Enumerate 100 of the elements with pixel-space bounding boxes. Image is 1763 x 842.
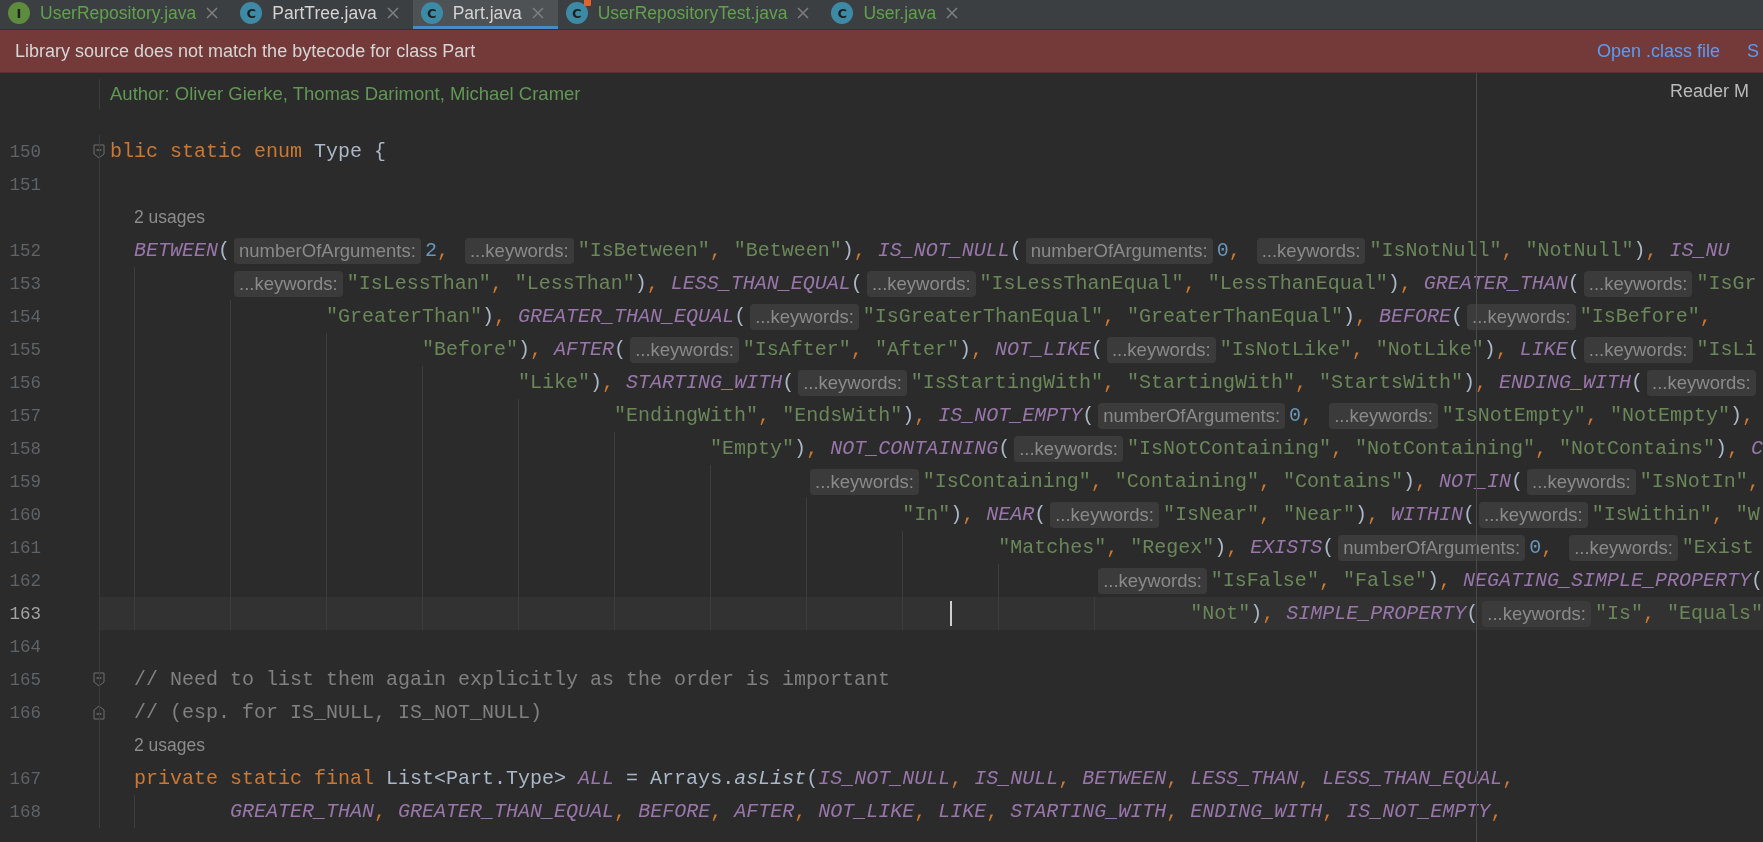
line-number: 160 (8, 504, 41, 525)
fold-marker-icon[interactable] (93, 672, 105, 687)
code-text: "IsNotEmpty", "NotEmpty"), (1441, 404, 1754, 427)
code-text: "IsWithin", "W (1591, 503, 1760, 526)
line-number: 157 (8, 405, 41, 426)
line-number: 164 (8, 636, 41, 657)
code-text: "IsLessThanEqual", "LessThanEqual"), GREATER_THAN( (979, 272, 1580, 295)
code-text: "IsBefore", (1579, 305, 1712, 328)
line-number: 150 (8, 141, 41, 162)
code-text: "IsGreaterThanEqual", "GreaterThanEqual"), BEFORE( (862, 305, 1464, 328)
usages-hint[interactable]: 2 usages (134, 207, 206, 228)
close-icon[interactable] (206, 7, 219, 19)
inlay-hint: numberOfArguments: (1338, 534, 1526, 561)
code-text: "In"), NEAR( (902, 503, 1047, 526)
code-text: 0, (1289, 404, 1315, 427)
code-text: "Like"), STARTING_WITH( (518, 371, 795, 394)
line-number: 153 (8, 273, 41, 294)
file-tab[interactable]: C UserRepositoryTest.java (557, 0, 824, 29)
code-text: "IsNotLike", "NotLike"), LIKE( (1219, 338, 1580, 361)
inlay-hint: ...keywords: (1329, 402, 1438, 429)
inlay-hint: ...keywords: (866, 270, 976, 297)
line-number: 151 (8, 174, 41, 195)
inlay-hint: ...keywords: (1098, 567, 1207, 594)
code-text: GREATER_THAN, GREATER_THAN_EQUAL, BEFORE, AFTER, NOT_LIKE, LIKE, STARTING_WITH, ENDING_WITH, IS_NOT_EMPTY, (230, 800, 1503, 823)
inlay-hint: ...keywords: (1014, 435, 1123, 462)
code-text: "Before"), AFTER( (422, 338, 627, 361)
java-file-icon: I (8, 2, 30, 24)
code-text: "IsBetween", "Between"), IS_NOT_NULL( (577, 239, 1022, 262)
inlay-hint: ...keywords: (1479, 501, 1588, 528)
code-text: "IsNotNull", "NotNull"), IS_NU (1369, 239, 1730, 262)
code-text: 0, (1529, 536, 1555, 559)
code-text: 2, (424, 239, 450, 262)
close-icon[interactable] (386, 7, 399, 19)
line-number: 165 (8, 669, 41, 690)
inlay-hint: ...keywords: (810, 468, 919, 495)
code-text: "IsContaining", "Containing", "Contains"), NOT_IN( (922, 470, 1523, 493)
reader-mode-toggle[interactable]: Reader M (1669, 81, 1749, 102)
code-text: "GreaterThan"), GREATER_THAN_EQUAL( (326, 305, 747, 328)
inlay-hint: ...keywords: (1583, 270, 1693, 297)
banner-message: Library source does not match the bytecode for class Part (15, 40, 476, 62)
line-number: 156 (8, 372, 41, 393)
inlay-hint: ...keywords: (1583, 336, 1693, 363)
code-text: "Is", "Equals" (1594, 602, 1763, 625)
file-tab[interactable]: I UserRepository.java (0, 0, 233, 29)
inlay-hint: ...keywords: (750, 303, 859, 330)
inlay-hint: ...keywords: (1256, 237, 1366, 264)
inlay-hint: ...keywords: (630, 336, 739, 363)
code-text: "Empty"), NOT_CONTAINING( (710, 437, 1011, 460)
banner-link[interactable]: S (1747, 40, 1759, 62)
inlay-hint: numberOfArguments: (1025, 237, 1213, 264)
inlay-hint: ...keywords: (798, 369, 907, 396)
code-text: "IsGr (1696, 272, 1757, 295)
code-text: BETWEEN( (134, 239, 231, 262)
file-tab[interactable]: C User.java (823, 0, 973, 29)
close-icon[interactable] (797, 7, 810, 19)
code-text: private static final List<Part.Type> ALL = Arrays.asList(IS_NOT_NULL, IS_NULL, BETWEEN, LESS_THAN, LESS_THAN_EQUAL, (134, 767, 1515, 790)
line-number: 155 (8, 339, 41, 360)
code-text: "IsNotIn", (1639, 470, 1760, 493)
inlay-hint: ...keywords: (1569, 534, 1678, 561)
java-file-icon: C (240, 2, 263, 24)
line-number: 163 (8, 603, 41, 624)
close-icon[interactable] (531, 7, 544, 19)
code-text: "IsLi (1696, 338, 1757, 361)
line-number: 154 (8, 306, 41, 327)
code-text: "IsNear", "Near"), WITHIN( (1162, 503, 1475, 526)
code-text: "EndingWith", "EndsWith"), IS_NOT_EMPTY( (614, 404, 1095, 427)
code-text: "IsNotContaining", "NotContaining", "NotContains"), C (1126, 437, 1763, 460)
inlay-hint: ...keywords: (1647, 369, 1756, 396)
line-number: 166 (8, 702, 41, 723)
inlay-hint: numberOfArguments: (234, 237, 421, 264)
inlay-hint: numberOfArguments: (1098, 402, 1286, 429)
close-icon[interactable] (946, 7, 959, 19)
fold-marker-icon[interactable] (93, 705, 105, 720)
inlay-hint: ...keywords: (464, 237, 574, 264)
code-text: "Exist (1681, 536, 1754, 559)
fold-marker-icon[interactable] (93, 144, 105, 159)
code-text: "Not"), SIMPLE_PROPERTY( (1190, 602, 1479, 625)
line-number: 152 (8, 240, 41, 261)
code-text: blic static enum Type { (110, 140, 387, 163)
inlay-hint: ...keywords: (1050, 501, 1159, 528)
doc-comment-text: Author: Oliver Gierke, Thomas Darimont, Michael Cramer (110, 83, 581, 105)
banner-link[interactable]: Open .class file (1596, 40, 1720, 62)
java-file-icon: C (831, 2, 854, 24)
inlay-hint: ...keywords: (234, 270, 343, 297)
file-tab[interactable]: C PartTree.java (232, 0, 413, 29)
code-text: // (esp. for IS_NULL, IS_NOT_NULL) (134, 701, 543, 724)
inlay-hint: ...keywords: (1106, 336, 1216, 363)
code-text: "IsAfter", "After"), NOT_LIKE( (742, 338, 1103, 361)
code-text: "Matches", "Regex"), EXISTS( (998, 536, 1335, 559)
file-tab[interactable]: C Part.java (412, 0, 558, 29)
line-number: 167 (8, 768, 41, 789)
code-text: 0, (1216, 239, 1242, 262)
code-text: "IsStartingWith", "StartingWith", "StartsWith"), ENDING_WITH( (910, 371, 1644, 394)
inlay-hint: ...keywords: (1527, 468, 1636, 495)
line-number: 159 (8, 471, 41, 492)
inlay-hint: ...keywords: (1467, 303, 1576, 330)
line-number: 162 (8, 570, 41, 591)
java-file-icon: C (420, 2, 443, 24)
line-number: 161 (8, 537, 41, 558)
usages-hint[interactable]: 2 usages (134, 735, 206, 756)
